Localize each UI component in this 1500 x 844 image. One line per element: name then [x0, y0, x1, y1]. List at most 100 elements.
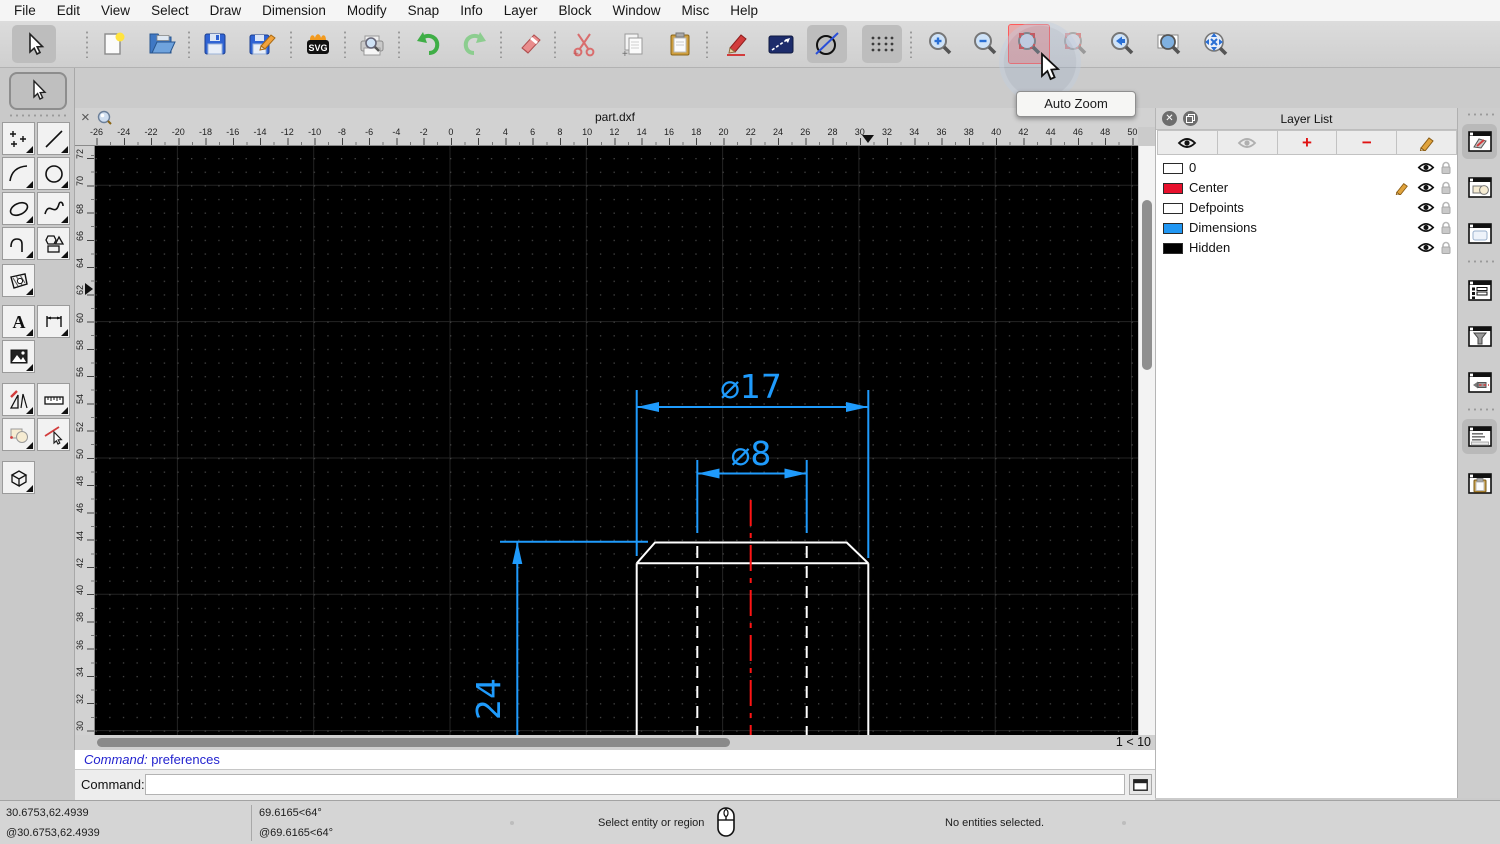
- dock-entity-filter-button[interactable]: [1462, 319, 1497, 354]
- modify-tool-button[interactable]: [2, 383, 35, 416]
- dock-layer-list-button[interactable]: [1462, 124, 1497, 159]
- vertical-scrollbar-thumb[interactable]: [1142, 200, 1152, 370]
- hide-all-layers-button[interactable]: [1217, 130, 1278, 155]
- dock-grip[interactable]: [1466, 113, 1494, 116]
- save-as-button[interactable]: [242, 25, 282, 63]
- menu-help[interactable]: Help: [730, 3, 758, 18]
- pen-button[interactable]: [715, 25, 755, 63]
- arc-tool-button[interactable]: [2, 157, 35, 190]
- horizontal-scrollbar-thumb[interactable]: [97, 738, 730, 747]
- open-file-button[interactable]: [142, 25, 182, 63]
- dock-block-list-button[interactable]: [1462, 170, 1497, 205]
- select-entity-tool-button[interactable]: [37, 418, 70, 451]
- add-layer-button[interactable]: +: [1277, 130, 1338, 155]
- layer-visibility-eye-icon[interactable]: [1417, 241, 1435, 259]
- layer-row-defpoints[interactable]: Defpoints: [1156, 198, 1457, 218]
- svg-export-button[interactable]: SVG: [298, 25, 338, 63]
- grid-toggle-button[interactable]: [862, 25, 902, 63]
- layer-color-swatch[interactable]: [1163, 203, 1183, 214]
- zoom-out-button[interactable]: [965, 25, 1005, 63]
- layer-visibility-eye-icon[interactable]: [1417, 201, 1435, 219]
- menu-select[interactable]: Select: [151, 3, 189, 18]
- menu-snap[interactable]: Snap: [408, 3, 440, 18]
- menu-edit[interactable]: Edit: [57, 3, 80, 18]
- drawing-canvas[interactable]: ⌀17 ⌀8 24: [95, 146, 1138, 735]
- polygon-tool-button[interactable]: [37, 227, 70, 260]
- layer-visibility-eye-icon[interactable]: [1417, 221, 1435, 239]
- text-tool-button[interactable]: A: [2, 305, 35, 338]
- command-window-button[interactable]: [1129, 774, 1152, 795]
- order-shapes-icon: [9, 428, 28, 443]
- entity-list-window-icon: [1467, 279, 1492, 301]
- undo-button[interactable]: [408, 25, 448, 63]
- ellipse-tool-button[interactable]: [2, 192, 35, 225]
- 3d-tool-button[interactable]: [2, 461, 35, 494]
- redo-button[interactable]: [455, 25, 495, 63]
- horizontal-scrollbar[interactable]: 1 < 10: [75, 735, 1155, 750]
- layer-row-0[interactable]: 0: [1156, 158, 1457, 178]
- remove-layer-button[interactable]: −: [1337, 130, 1398, 155]
- zoom-redo-icon: [1064, 32, 1087, 55]
- print-preview-button[interactable]: [352, 25, 392, 63]
- dock-entity-list-button[interactable]: [1462, 273, 1497, 308]
- layer-row-center[interactable]: Center: [1156, 178, 1457, 198]
- select-tool-button[interactable]: [12, 25, 56, 63]
- spline-tool-button[interactable]: [37, 192, 70, 225]
- dock-clipboard-button[interactable]: [1462, 466, 1497, 501]
- zoom-previous-button[interactable]: [1102, 25, 1142, 63]
- menu-file[interactable]: File: [14, 3, 36, 18]
- v-ruler-label: 66: [75, 230, 85, 241]
- save-button[interactable]: [195, 25, 235, 63]
- v-ruler-label: 58: [75, 339, 85, 350]
- layer-lock-icon[interactable]: [1440, 241, 1452, 260]
- zoom-window-button[interactable]: [1149, 25, 1189, 63]
- vertical-scrollbar[interactable]: [1138, 146, 1155, 735]
- layer-color-swatch[interactable]: [1163, 163, 1183, 174]
- layer-visibility-eye-icon[interactable]: [1417, 161, 1435, 179]
- layer-color-swatch[interactable]: [1163, 243, 1183, 254]
- toolbar-separator: [188, 30, 190, 58]
- dimension-tool-button[interactable]: [37, 305, 70, 338]
- layer-color-swatch[interactable]: [1163, 183, 1183, 194]
- palette-select-button[interactable]: [9, 72, 67, 110]
- paste-button[interactable]: [660, 25, 700, 63]
- layer-visibility-eye-icon[interactable]: [1417, 181, 1435, 199]
- menu-draw[interactable]: Draw: [210, 3, 242, 18]
- zoom-pan-button[interactable]: [1195, 25, 1235, 63]
- line-tool-button[interactable]: [37, 122, 70, 155]
- layer-row-dimensions[interactable]: Dimensions: [1156, 218, 1457, 238]
- hatch-tool-button[interactable]: [2, 264, 35, 297]
- command-input[interactable]: [145, 774, 1125, 795]
- layer-row-hidden[interactable]: Hidden: [1156, 238, 1457, 258]
- palette-grip[interactable]: [8, 114, 66, 117]
- menu-window[interactable]: Window: [613, 3, 661, 18]
- menu-layer[interactable]: Layer: [504, 3, 538, 18]
- text-icon: A: [12, 312, 25, 332]
- menu-view[interactable]: View: [101, 3, 130, 18]
- order-tool-button[interactable]: [2, 418, 35, 451]
- points-tool-button[interactable]: [2, 122, 35, 155]
- zoom-redo-button[interactable]: [1055, 25, 1095, 63]
- dock-command-widget-button[interactable]: [1462, 419, 1497, 454]
- polyline-reference-button[interactable]: [761, 25, 801, 63]
- dock-library-browser-button[interactable]: [1462, 216, 1497, 251]
- edit-layer-button[interactable]: [1397, 130, 1457, 155]
- polyline-tool-button[interactable]: [2, 227, 35, 260]
- menu-modify[interactable]: Modify: [347, 3, 387, 18]
- layer-color-swatch[interactable]: [1163, 223, 1183, 234]
- construction-circle-button[interactable]: [807, 25, 847, 63]
- dock-pen-palette-button[interactable]: [1462, 365, 1497, 400]
- menu-block[interactable]: Block: [559, 3, 592, 18]
- show-all-layers-button[interactable]: [1157, 130, 1218, 155]
- copy-button[interactable]: +: [613, 25, 653, 63]
- menu-misc[interactable]: Misc: [682, 3, 710, 18]
- menu-info[interactable]: Info: [460, 3, 483, 18]
- circle-tool-button[interactable]: [37, 157, 70, 190]
- delete-button[interactable]: [511, 25, 551, 63]
- measure-tool-button[interactable]: [37, 383, 70, 416]
- cut-button[interactable]: +: [564, 25, 604, 63]
- image-tool-button[interactable]: [2, 340, 35, 373]
- menu-dimension[interactable]: Dimension: [262, 3, 326, 18]
- new-file-button[interactable]: [93, 25, 133, 63]
- zoom-in-button[interactable]: [920, 25, 960, 63]
